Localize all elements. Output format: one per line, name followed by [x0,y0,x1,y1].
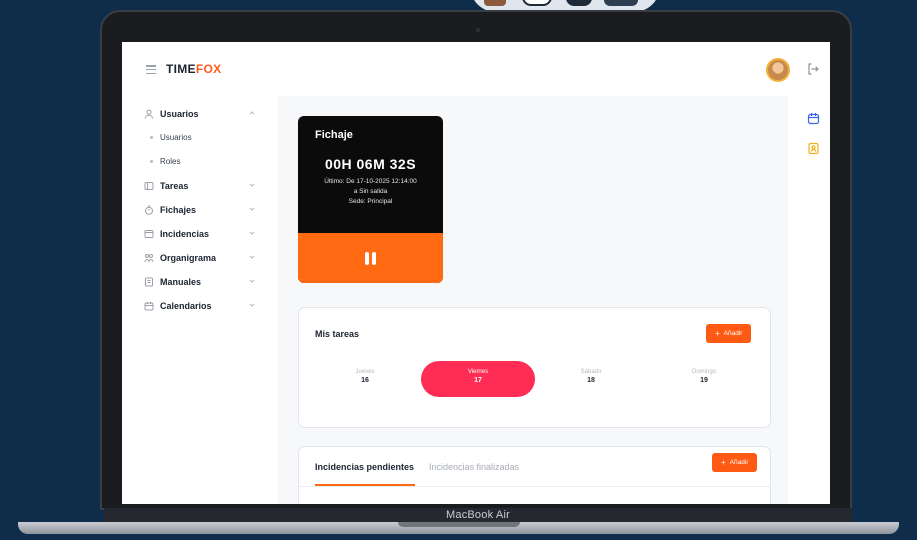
chevron-down-icon[interactable] [248,181,256,189]
day-jueves[interactable]: Jueves 16 [308,361,422,397]
sidebar-item-label: Tareas [160,181,189,191]
day-domingo[interactable]: Domingo 19 [647,361,761,397]
illustration-shape [522,0,552,6]
tasks-card: Mis tareas + Añadir Jueves 16 Viernes 17… [298,307,771,428]
chevron-down-icon[interactable] [248,229,256,237]
sidebar-item-fichajes[interactable]: Fichajes [144,202,264,218]
sidebar-item-usuarios[interactable]: Usuarios [144,106,264,122]
day-viernes[interactable]: Viernes 17 [421,361,535,397]
sidebar-item-manuales[interactable]: Manuales [144,274,264,290]
fichaje-sede: Sede: Principal [348,198,393,205]
chevron-down-icon[interactable] [248,253,256,261]
day-name: Sábado [580,369,602,375]
day-name: Domingo [691,369,716,375]
fichaje-card: Fichaje 00H 06M 32S Último: De 17-10-202… [298,116,443,283]
org-chart-icon [144,254,154,263]
illustration-shape [566,0,592,6]
logout-icon[interactable] [806,62,820,76]
laptop-screen: TIMEFOX Usuarios Usuarios Roles Tareas F… [122,42,830,504]
day-name: Jueves [355,369,375,375]
chevron-down-icon[interactable] [248,301,256,309]
laptop-base: MacBook Air [0,508,917,540]
chevron-up-icon[interactable] [248,109,256,117]
fichaje-last-entry: Último: De 17-10-2025 12:14:00 [324,178,417,185]
tasks-icon [144,182,154,190]
inbox-icon [144,230,154,238]
day-number: 19 [700,377,708,384]
laptop-lid: TIMEFOX Usuarios Usuarios Roles Tareas F… [100,10,852,510]
contact-book-icon[interactable] [807,142,820,155]
sidebar-subitem-label: Usuarios [160,133,192,142]
app-logo[interactable]: TIMEFOX [166,62,221,76]
illustration-shape [604,0,638,6]
day-number: 17 [474,377,482,384]
sidebar-item-label: Fichajes [160,205,197,215]
sidebar: Usuarios Usuarios Roles Tareas Fichajes … [122,96,272,504]
sidebar-item-incidencias[interactable]: Incidencias [144,226,264,242]
sidebar-item-tareas[interactable]: Tareas [144,178,264,194]
laptop-hinge: MacBook Air [104,508,852,522]
chevron-down-icon[interactable] [248,205,256,213]
user-icon [145,109,153,119]
calendar-icon[interactable] [807,112,820,125]
book-icon [145,277,153,287]
pause-button[interactable] [298,233,443,283]
tabs-divider [299,486,770,487]
sidebar-item-organigrama[interactable]: Organigrama [144,250,264,266]
sidebar-item-calendarios[interactable]: Calendarios [144,298,264,314]
calendar-icon [144,302,154,311]
illustration-shape [484,0,506,6]
fichaje-timer: 00H 06M 32S [324,156,417,172]
plus-icon: + [715,328,720,338]
main-content: Fichaje 00H 06M 32S Último: De 17-10-202… [278,96,788,504]
stopwatch-icon [145,205,153,215]
menu-icon[interactable] [146,65,156,74]
laptop-notch [398,522,520,527]
incidents-card: Incidencias pendientes Incidencias final… [298,446,771,504]
laptop-model-label: MacBook Air [446,509,510,521]
camera [476,28,480,32]
day-sabado[interactable]: Sábado 18 [534,361,648,397]
logo-text-time: TIME [166,62,196,76]
user-avatar[interactable] [766,58,790,82]
app-header: TIMEFOX [122,42,830,96]
add-incident-label: Añadir [729,459,749,466]
logo-text-fox: FOX [195,62,222,76]
day-name: Viernes [467,369,489,375]
plus-icon: + [721,457,726,467]
tab-incidencias-pendientes[interactable]: Incidencias pendientes [315,462,414,472]
add-task-label: Añadir [723,330,743,337]
fichaje-exit: a Sin salida [353,188,388,195]
sidebar-subitem-roles[interactable]: Roles [150,157,180,166]
add-incident-button[interactable]: + Añadir [712,453,758,472]
fichaje-title: Fichaje [315,129,353,141]
tasks-title: Mis tareas [315,329,360,339]
sidebar-item-label: Incidencias [160,229,210,239]
sidebar-subitem-usuarios[interactable]: Usuarios [150,133,192,142]
chevron-down-icon[interactable] [248,277,256,285]
sidebar-item-label: Organigrama [160,253,217,263]
sidebar-subitem-label: Roles [160,157,181,166]
day-number: 16 [361,377,369,384]
tab-incidencias-finalizadas[interactable]: Incidencias finalizadas [429,462,519,472]
sidebar-item-label: Usuarios [160,109,199,119]
sidebar-item-label: Manuales [160,277,202,287]
add-task-button[interactable]: + Añadir [706,324,752,343]
right-rail [798,96,830,504]
sidebar-item-label: Calendarios [160,301,212,311]
pause-icon [365,251,376,265]
day-number: 18 [587,377,595,384]
